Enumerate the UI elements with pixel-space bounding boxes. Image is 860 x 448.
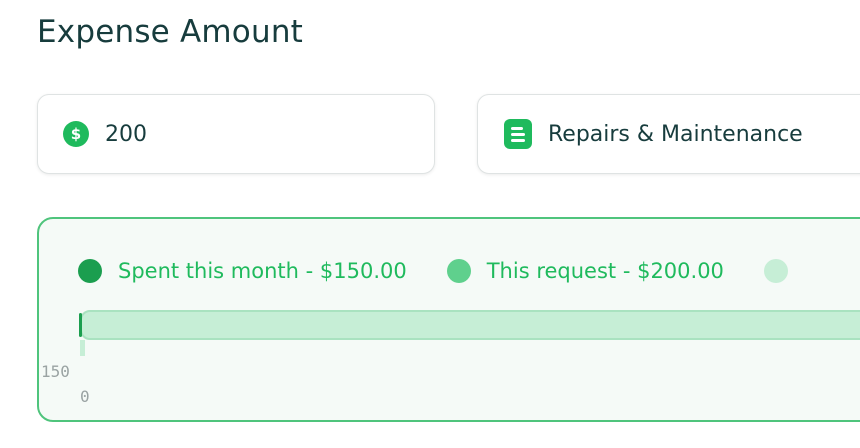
legend-dot-spent: [78, 259, 102, 283]
legend-dot-request: [446, 259, 471, 283]
legend-item-request: This request - $200.00: [446, 259, 724, 283]
legend-label-spent: Spent this month - $150.00: [118, 259, 407, 283]
legend-item-spent: Spent this month - $150.00: [78, 259, 407, 283]
dollar-circle-icon: $: [63, 121, 89, 147]
legend-item-remaining: [763, 259, 804, 283]
budget-bar-spent: [79, 313, 82, 337]
section-title: Expense Amount: [37, 14, 304, 50]
budget-usage-card: Spent this month - $150.00 This request …: [37, 217, 860, 422]
budget-legend: Spent this month - $150.00 This request …: [78, 259, 844, 283]
budget-bar-marker: [80, 340, 85, 356]
legend-label-request: This request - $200.00: [486, 259, 724, 283]
budget-bar-track: [80, 310, 860, 340]
tick-label-upper: 150: [41, 362, 70, 381]
expense-amount-panel: Expense Amount $ 200 Repairs & Maintenan…: [0, 0, 860, 448]
amount-value: 200: [105, 121, 147, 147]
legend-dot-remaining: [763, 259, 788, 283]
category-value: Repairs & Maintenance: [548, 121, 803, 147]
tick-label-lower: 0: [80, 387, 90, 406]
amount-input[interactable]: $ 200: [37, 94, 435, 174]
document-icon: [504, 119, 532, 149]
category-select[interactable]: Repairs & Maintenance: [477, 94, 860, 174]
